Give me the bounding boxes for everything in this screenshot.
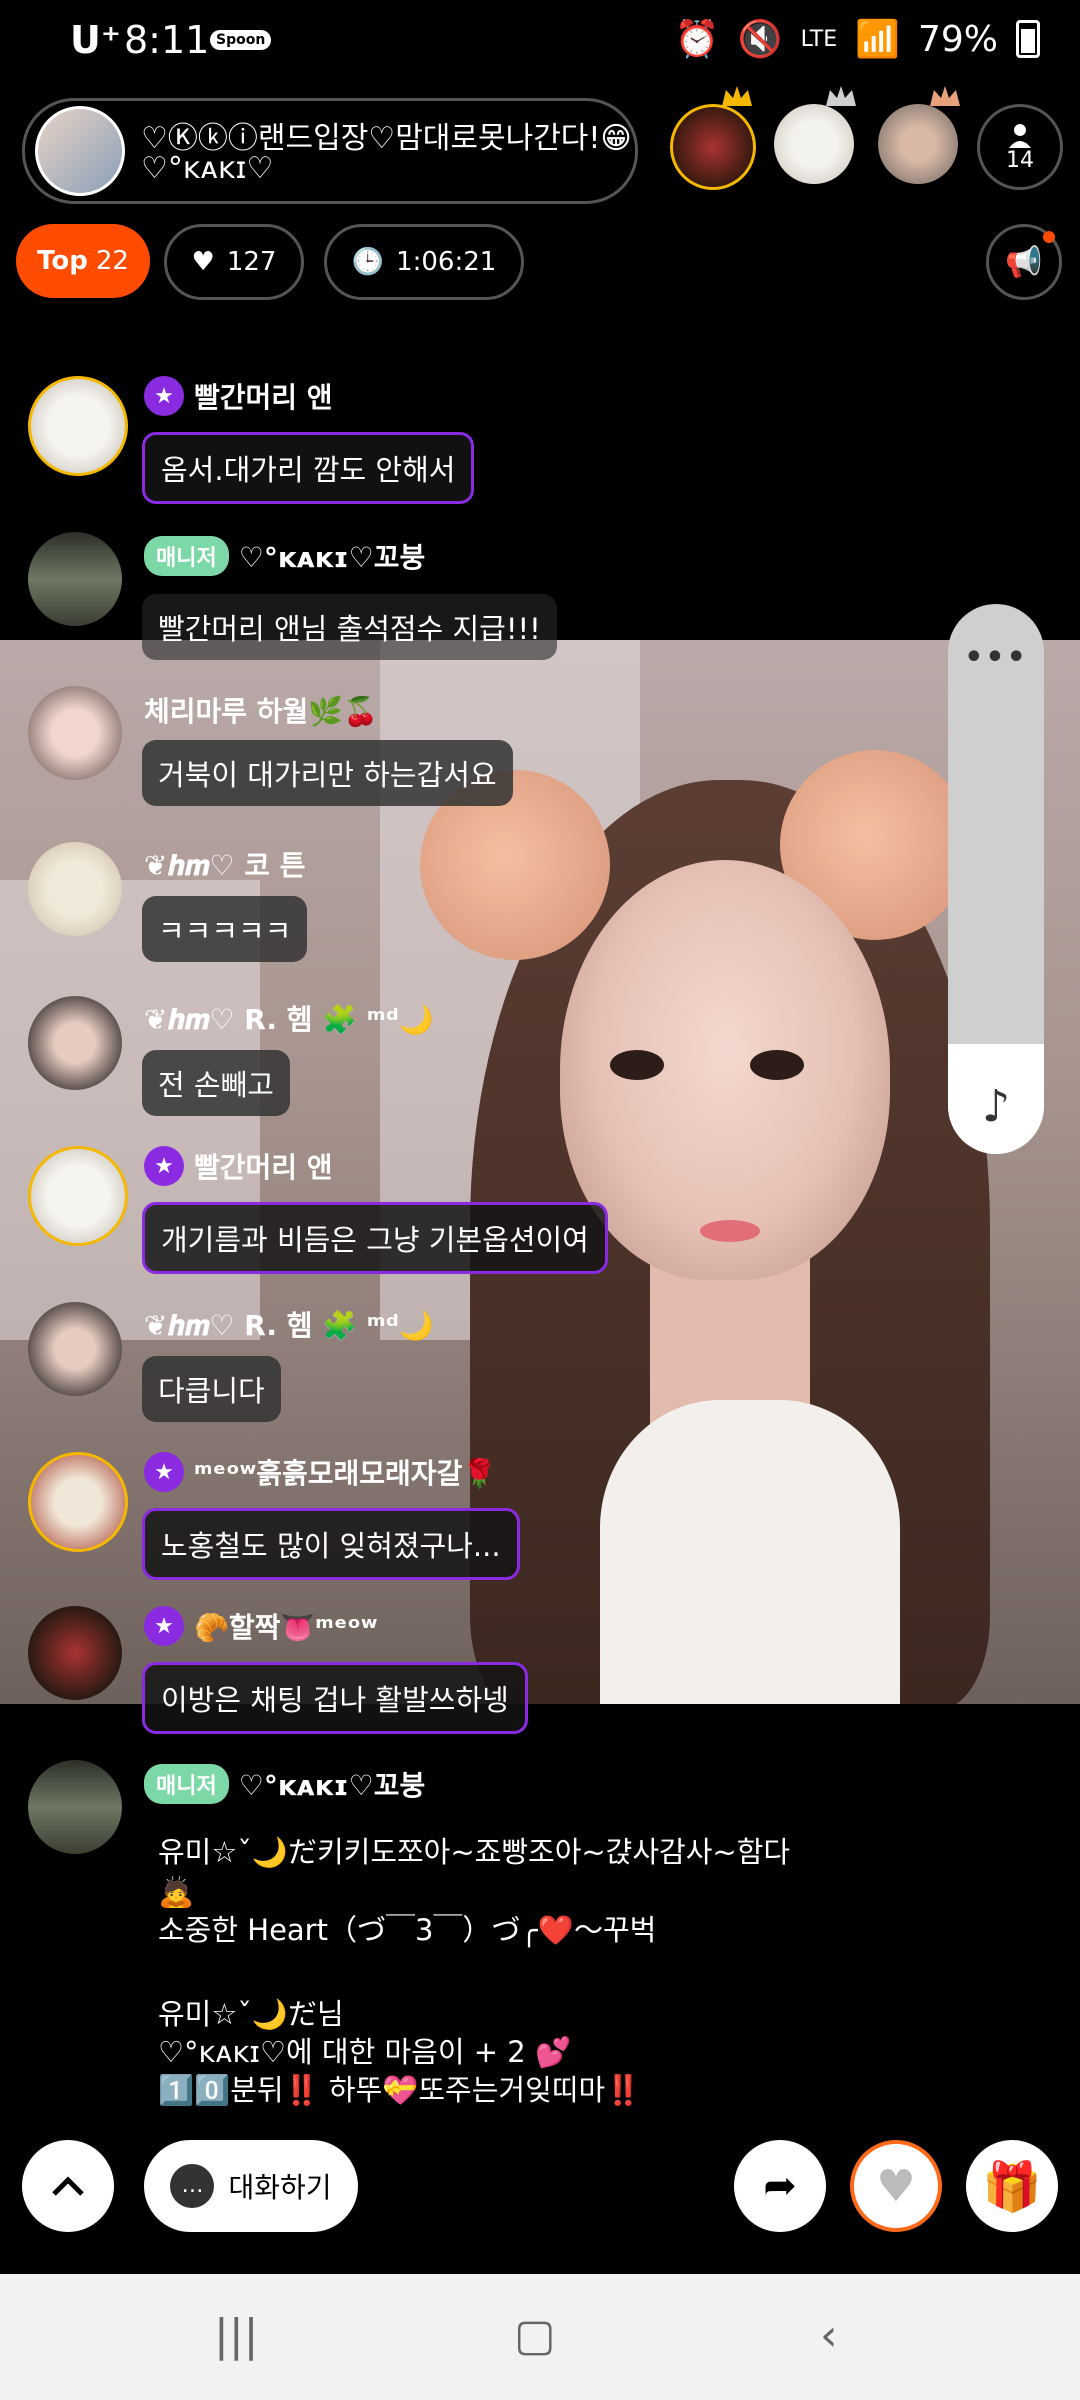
- top-ranking-button[interactable]: Top 22: [16, 224, 150, 298]
- signal-icon: 📶: [855, 19, 900, 60]
- chat-text: 소중한 Heart（づ￣3￣）づ╭❤️～꾸벅: [158, 1913, 657, 1947]
- top-fan-avatar-1[interactable]: [670, 104, 756, 190]
- chat-bubble-icon: …: [170, 2164, 215, 2208]
- lte-label: LTE: [800, 26, 838, 52]
- top-label: Top: [37, 246, 88, 276]
- mute-icon: 🔇: [737, 19, 783, 60]
- user-avatar[interactable]: [28, 1302, 122, 1396]
- user-name: ᵐᵉᵒʷ흙흙모래모래자갈🌹: [194, 1457, 498, 1490]
- duration: 1:06:21: [396, 247, 497, 277]
- manager-badge: 매니저: [144, 1764, 229, 1804]
- gift-icon: 🎁: [982, 2158, 1042, 2215]
- user-avatar[interactable]: [28, 1452, 128, 1552]
- user-avatar[interactable]: [28, 532, 122, 626]
- chevron-up-icon: [52, 2176, 84, 2196]
- user-name: ❦𝒉𝒎♡ 코 튼: [144, 849, 306, 882]
- user-avatar[interactable]: [28, 842, 122, 936]
- music-volume-slider[interactable]: ••• ♪: [948, 604, 1044, 1154]
- music-note-icon[interactable]: ♪: [948, 1081, 1044, 1132]
- dj-avatar[interactable]: [35, 106, 125, 196]
- status-bar: U⁺ 8:11 Spoon ⏰ 🔇 LTE 📶 79%: [0, 0, 1080, 88]
- battery-icon: [1016, 20, 1040, 58]
- share-button[interactable]: ➦: [734, 2140, 826, 2232]
- user-name: ❦𝒉𝒎♡ R. 헴 🧩 ᵐᵈ🌙: [144, 1309, 434, 1342]
- user-avatar[interactable]: [28, 996, 122, 1090]
- top-fan-avatar-3[interactable]: [878, 104, 958, 184]
- heart-icon: ♥: [876, 2160, 916, 2212]
- back-icon[interactable]: ‹: [820, 2310, 838, 2361]
- home-icon[interactable]: ▢: [514, 2310, 556, 2361]
- user-name: ❦𝒉𝒎♡ R. 헴 🧩 ᵐᵈ🌙: [144, 1003, 434, 1036]
- dj-name: ♡°ᴋᴀᴋɪ♡: [141, 151, 274, 186]
- clock-icon: 🕒: [351, 247, 385, 277]
- star-icon: ★: [144, 1146, 184, 1186]
- user-avatar[interactable]: [28, 376, 128, 476]
- user-name: 빨간머리 앤: [194, 381, 333, 414]
- likes-pill[interactable]: ♥ 127: [164, 224, 304, 300]
- listener-count: 14: [1006, 147, 1034, 173]
- user-name: ♡°ᴋᴀᴋɪ♡꼬붕: [238, 1769, 426, 1802]
- duration-pill: 🕒 1:06:21: [324, 224, 524, 300]
- chat-button-label: 대화하기: [228, 2171, 332, 2204]
- system-nav-bar: ||| ▢ ‹: [0, 2274, 1080, 2400]
- scroll-up-button[interactable]: [22, 2140, 114, 2232]
- chat-bubble: 거북이 대가리만 하는갑서요: [142, 740, 513, 806]
- user-name: ♡°ᴋᴀᴋɪ♡꼬붕: [238, 541, 426, 574]
- top-fan-avatar-2[interactable]: [774, 104, 854, 184]
- notice-dot: [1043, 231, 1055, 243]
- chat-bubble: 빨간머리 앤님 출석점수 지급!!!: [142, 594, 557, 660]
- notice-button[interactable]: 📢: [986, 224, 1062, 300]
- chat-bubble: 개기름과 비듬은 그냥 기본옵션이여: [142, 1202, 608, 1274]
- spoon-badge: Spoon: [210, 30, 272, 50]
- top-count: 22: [95, 246, 129, 276]
- alarm-icon: ⏰: [674, 19, 720, 60]
- status-icons: ⏰ 🔇 LTE 📶 79%: [675, 18, 1040, 60]
- person-icon: [1009, 123, 1031, 148]
- user-name: 빨간머리 앤: [194, 1151, 333, 1184]
- chat-bubble: 이방은 채팅 겁나 활발쓰하넹: [142, 1662, 528, 1734]
- chat-bubble: 옴서.대가리 깜도 안해서: [142, 432, 475, 504]
- manager-badge: 매니저: [144, 536, 229, 576]
- more-icon[interactable]: •••: [948, 640, 1044, 675]
- user-avatar[interactable]: [28, 1760, 122, 1854]
- crown-icon: [930, 86, 960, 106]
- chat-bubble: ㅋㅋㅋㅋㅋ: [142, 896, 308, 962]
- star-icon: ★: [144, 1606, 184, 1646]
- chat-bubble: 다큽니다: [142, 1356, 281, 1422]
- chat-text: 유미☆ˇ🌙だ님: [158, 1997, 344, 2031]
- carrier-label: U⁺: [70, 18, 121, 62]
- chat-input-button[interactable]: … 대화하기: [144, 2140, 358, 2232]
- like-button[interactable]: ♥: [850, 2140, 942, 2232]
- chat-bubble: 전 손빼고: [142, 1050, 290, 1116]
- listener-count-button[interactable]: 14: [977, 104, 1063, 190]
- likes-count: 127: [226, 247, 277, 277]
- crown-icon: [826, 86, 856, 106]
- user-avatar[interactable]: [28, 1146, 128, 1246]
- room-title-pill[interactable]: ♡Ⓚⓚⓘ랜드입장♡맘대로못나간다!😁 ♡°ᴋᴀᴋɪ♡: [22, 98, 638, 204]
- user-avatar[interactable]: [28, 686, 122, 780]
- user-name: 🥐할짝👅ᵐᵉᵒʷ: [194, 1611, 378, 1644]
- clock: 8:11: [124, 18, 210, 62]
- chat-text: 1️⃣0️⃣분뒤‼️ 하뚜💝또주는거잊띠마‼️: [158, 2073, 642, 2107]
- heart-icon: ♥: [191, 247, 215, 277]
- recent-apps-icon[interactable]: |||: [214, 2310, 258, 2361]
- user-name: 체리마루 하월🌿🍒: [144, 695, 379, 728]
- chat-text: 유미☆ˇ🌙だ키키도쪼아~죠빵조아~갽사감사~함다: [158, 1835, 791, 1869]
- chat-text: ♡°ᴋᴀᴋɪ♡에 대한 마음이 + 2 💕: [158, 2035, 572, 2069]
- star-icon: ★: [144, 376, 184, 416]
- chat-text: 🙇: [158, 1875, 195, 1909]
- user-avatar[interactable]: [28, 1606, 122, 1700]
- megaphone-icon: 📢: [1005, 244, 1043, 280]
- gift-button[interactable]: 🎁: [966, 2140, 1058, 2232]
- share-icon: ➦: [763, 2163, 797, 2209]
- chat-bubble: 노홍철도 많이 잊혀졌구나...: [142, 1508, 520, 1580]
- battery-percent: 79%: [917, 18, 998, 60]
- star-icon: ★: [144, 1452, 184, 1492]
- crown-icon: [722, 86, 752, 106]
